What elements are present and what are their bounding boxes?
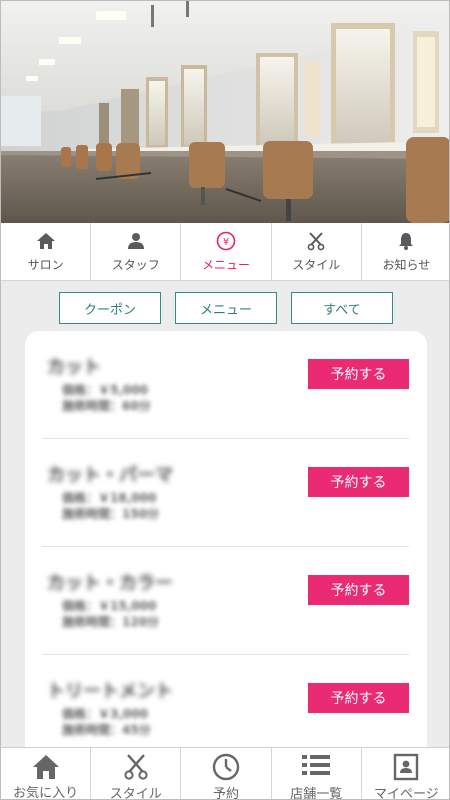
menu-item: カット 価格：￥5,000 施術時間：60分 予約する — [42, 331, 409, 439]
menu-item-duration: 施術時間：120分 — [62, 615, 160, 629]
filter-menu-button[interactable]: メニュー — [175, 292, 277, 324]
tab-favorites-label: お気に入り — [13, 786, 79, 800]
scissors-icon — [306, 230, 326, 252]
nav-staff-label: スタッフ — [111, 258, 160, 272]
reserve-button[interactable]: 予約する — [308, 575, 409, 605]
tab-mypage[interactable]: マイページ — [362, 748, 449, 800]
nav-style-label: スタイル — [292, 258, 341, 272]
menu-item-price: 価格：￥15,000 — [62, 599, 157, 613]
person-icon — [127, 230, 145, 252]
menu-item-name: トリートメント — [47, 681, 173, 702]
reserve-button[interactable]: 予約する — [308, 467, 409, 497]
menu-item-name: カット・パーマ — [47, 465, 173, 486]
menu-item: カット・パーマ 価格：￥18,000 施術時間：150分 予約する — [42, 439, 409, 547]
bell-icon — [396, 230, 416, 252]
menu-item-price: 価格：￥3,000 — [62, 707, 148, 721]
filter-all-button[interactable]: すべて — [291, 292, 393, 324]
menu-item-duration: 施術時間：45分 — [62, 723, 151, 737]
reserve-button[interactable]: 予約する — [308, 359, 409, 389]
svg-text:¥: ¥ — [223, 237, 229, 248]
menu-item: カット・カラー 価格：￥15,000 施術時間：120分 予約する — [42, 547, 409, 655]
menu-item-name: カット — [47, 357, 101, 378]
nav-menu-label: メニュー — [202, 258, 251, 272]
home-icon — [32, 753, 60, 780]
tab-store-list-label: 店舗一覧 — [290, 787, 343, 800]
profile-card-icon — [393, 753, 419, 781]
top-nav: サロン スタッフ ¥ メニュー スタイル お知らせ — [1, 223, 449, 281]
tab-style-label: スタイル — [109, 787, 162, 800]
tab-favorites[interactable]: お気に入り — [1, 748, 92, 800]
app-screen: サロン スタッフ ¥ メニュー スタイル お知らせ クーポン メニュー すべて … — [0, 0, 450, 800]
nav-salon[interactable]: サロン — [1, 223, 92, 280]
menu-item-price: 価格：￥18,000 — [62, 491, 157, 505]
bottom-tab-bar: お気に入り スタイル 予約 店舗一覧 マイページ — [1, 747, 449, 800]
home-icon — [36, 230, 56, 252]
salon-hero-image — [1, 1, 449, 223]
menu-item-name: カット・カラー — [47, 573, 173, 594]
tab-store-list[interactable]: 店舗一覧 — [272, 748, 362, 800]
reserve-button[interactable]: 予約する — [308, 683, 409, 713]
menu-item-duration: 施術時間：150分 — [62, 507, 160, 521]
menu-item-price: 価格：￥5,000 — [62, 383, 148, 397]
filter-bar: クーポン メニュー すべて — [1, 292, 449, 324]
nav-news-label: お知らせ — [382, 258, 431, 272]
nav-staff[interactable]: スタッフ — [91, 223, 182, 280]
menu-item-duration: 施術時間：60分 — [62, 399, 151, 413]
filter-coupon-button[interactable]: クーポン — [59, 292, 161, 324]
list-icon — [301, 753, 331, 781]
tab-reservation[interactable]: 予約 — [181, 748, 272, 800]
tab-style[interactable]: スタイル — [91, 748, 182, 800]
nav-salon-label: サロン — [27, 258, 64, 272]
nav-style[interactable]: スタイル — [272, 223, 362, 280]
nav-news[interactable]: お知らせ — [362, 223, 449, 280]
tab-reservation-label: 予約 — [213, 787, 240, 800]
scissors-icon — [122, 753, 150, 781]
yen-icon: ¥ — [216, 230, 236, 252]
nav-menu[interactable]: ¥ メニュー — [181, 223, 272, 280]
tab-mypage-label: マイページ — [374, 787, 439, 800]
menu-list-card: カット 価格：￥5,000 施術時間：60分 予約する カット・パーマ 価格：￥… — [25, 331, 427, 761]
clock-icon — [212, 753, 240, 781]
